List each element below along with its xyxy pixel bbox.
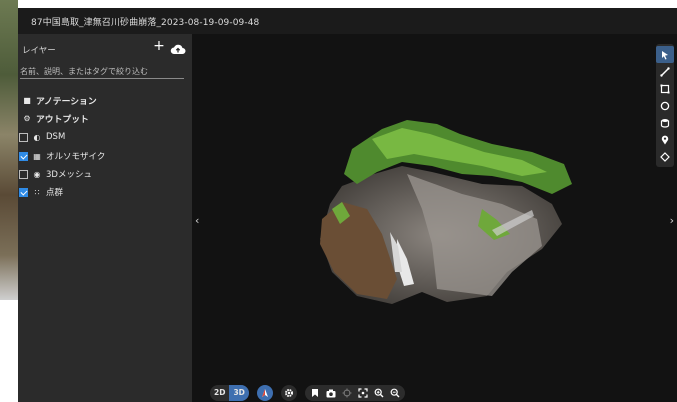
settings-icon[interactable] [280,385,297,401]
compass-icon[interactable] [256,385,273,401]
area-icon[interactable] [656,80,674,97]
annotation-icon: ■ [23,95,31,105]
layer-label: DSM [46,132,66,142]
bookmark-icon[interactable] [307,385,323,401]
layer-checkbox-mesh[interactable] [19,169,28,179]
dimension-toggle: 2D 3D [210,385,249,401]
background-photo-strip [0,0,18,300]
layer-item-dsm[interactable]: ◐ DSM [18,129,65,145]
layer-label: 点群 [46,188,64,198]
view-controls-bar: 2D 3D [210,384,405,402]
layer-item-mesh[interactable]: ◉ 3Dメッシュ [18,166,92,182]
mode-3d-button[interactable]: 3D [229,385,249,401]
zoom-out-icon[interactable] [387,385,403,401]
ortho-icon: ▦ [33,151,41,161]
select-cursor-icon[interactable] [656,46,674,63]
layer-filter-input[interactable] [20,64,184,79]
zoom-in-icon[interactable] [371,385,387,401]
mesh-icon: ◉ [33,169,41,179]
section-outputs-label: アウトプット [36,114,89,125]
measurement-toolbar [656,44,674,167]
pin-icon[interactable] [656,131,674,148]
layers-sidebar: レイヤー + ■ アノテーション ⚙ アウトプット ◐ DSM ▦ オルソモザイ… [18,34,192,402]
section-annotations[interactable]: ■ アノテーション [21,92,97,108]
mode-2d-button[interactable]: 2D [210,385,229,401]
layer-checkbox-dsm[interactable] [19,132,28,142]
volume-icon[interactable] [656,114,674,131]
pointcloud-icon: ∷ [34,187,40,197]
app-window: 87中国島取_津無召川砂曲崩落_2023-08-19-09-09-48 レイヤー… [18,8,677,402]
viewport-left-arrow[interactable]: ‹ [195,214,199,227]
dsm-icon: ◐ [33,132,41,142]
target-icon[interactable] [339,385,355,401]
layer-item-pointcloud[interactable]: ∷ 点群 [18,184,63,200]
fit-view-icon[interactable] [355,385,371,401]
view-tools-group [304,385,405,401]
height-icon[interactable] [656,148,674,165]
title-bar: 87中国島取_津無召川砂曲崩落_2023-08-19-09-09-48 [18,8,677,34]
gear-icon: ⚙ [23,113,31,123]
measure-line-icon[interactable] [656,63,674,80]
layer-item-ortho[interactable]: ▦ オルソモザイク [18,148,105,164]
layer-checkbox-pointcloud[interactable] [19,187,28,197]
circle-icon[interactable] [656,97,674,114]
layer-label: 3Dメッシュ [46,170,92,180]
layer-checkbox-ortho[interactable] [19,151,28,161]
layers-label: レイヤー [22,46,56,56]
camera-icon[interactable] [323,385,339,401]
viewport-right-arrow[interactable]: › [670,214,674,227]
section-outputs[interactable]: ⚙ アウトプット [21,110,89,126]
layer-label: オルソモザイク [46,152,106,162]
point-cloud-model[interactable] [192,34,677,402]
window-title: 87中国島取_津無召川砂曲崩落_2023-08-19-09-09-48 [31,17,260,28]
section-annotations-label: アノテーション [36,96,97,107]
cloud-upload-icon[interactable] [170,40,186,54]
3d-viewport[interactable]: ‹ › 2D 3D [192,34,677,402]
plus-icon[interactable]: + [153,39,165,53]
